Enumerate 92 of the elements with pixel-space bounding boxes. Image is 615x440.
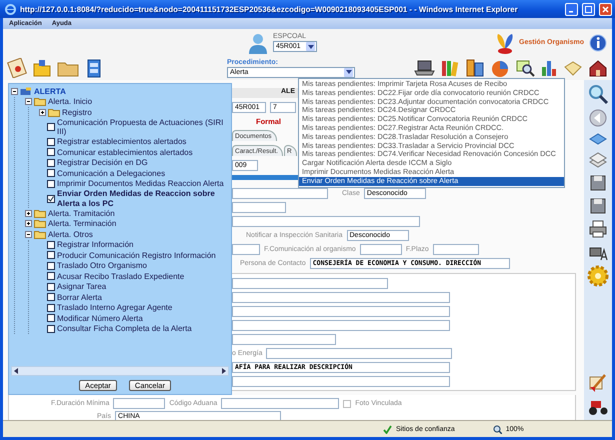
checkbox[interactable] [47,272,55,280]
search-icon[interactable] [587,83,609,105]
date-field[interactable] [432,244,479,255]
input-field[interactable] [232,306,450,317]
expand-icon[interactable] [25,220,32,228]
minimize-button[interactable] [565,2,578,16]
layers-icon[interactable] [588,150,608,170]
zoom-icon[interactable] [492,424,502,434]
tree-item[interactable]: Asignar Tarea [57,282,106,292]
scroll-right-icon[interactable] [221,368,226,374]
checkbox[interactable] [47,240,55,249]
checkbox[interactable] [343,400,352,408]
browser-logo-icon [5,4,16,14]
tree-item[interactable]: Registrar Decisión en DG [57,158,148,168]
tree-item[interactable]: ALERTA [34,86,66,96]
tree-item[interactable]: Consultar Ficha Completa de la Alerta [57,324,192,334]
binders-icon[interactable] [465,58,485,78]
tree-item[interactable]: Imprimir Documentos Medidas Reaccion Alerta [57,179,224,188]
tree-item[interactable]: Enviar Orden Medidas de Reaccion sobre Alerta a los PC [57,189,229,208]
laptop-icon[interactable] [413,59,435,77]
magnifier-table-icon[interactable] [515,58,535,78]
checkbox[interactable] [47,158,55,167]
tree-item[interactable]: Alerta. Terminación [48,219,116,228]
expand-icon[interactable] [39,108,46,116]
tree-item[interactable]: Registrar Información [57,240,134,250]
caret-icon [308,44,314,48]
maximize-button[interactable] [582,2,595,16]
date-field[interactable] [360,244,402,255]
input-field[interactable] [232,216,420,227]
diamond-icon[interactable] [588,131,608,147]
checkbox[interactable] [47,324,55,333]
checkbox[interactable] [47,123,55,131]
checkbox[interactable] [47,293,55,302]
input-field[interactable] [232,188,328,199]
input-field[interactable] [113,398,166,409]
tree-item[interactable]: Producir Comunicación Registro Información [57,250,216,260]
checkbox[interactable] [47,148,55,156]
checkbox[interactable] [47,194,55,202]
caret-icon [346,70,352,74]
tree-item[interactable]: Registro [62,108,92,117]
close-icon [602,6,609,12]
tree-item[interactable]: Registrar establecimientos alertados [57,137,186,146]
checkbox[interactable] [47,180,55,188]
tree-item[interactable]: Alerta. Tramitación [48,208,115,218]
input-field[interactable] [221,398,340,409]
tree-item[interactable]: Alerta. Inicio [48,97,92,106]
tree-item[interactable]: Comunicación Propuesta de Actuaciones (SIRI III) [57,118,229,136]
checkbox[interactable] [47,262,55,270]
bar-chart-icon[interactable] [540,58,558,78]
folder-icon [34,219,46,228]
tree-item[interactable]: Alerta. Otros [48,230,93,239]
folder-tree-icon [20,86,32,96]
tree-item[interactable]: Borrar Alerta [57,292,102,302]
collapse-icon[interactable] [11,88,18,95]
input-field[interactable] [232,292,450,303]
checkbox[interactable] [47,314,55,322]
scroll-left-icon[interactable] [14,368,19,374]
expand-icon[interactable] [25,210,32,217]
collapse-icon[interactable] [25,230,32,238]
printer-icon[interactable] [588,219,608,239]
collapse-icon[interactable] [25,98,32,106]
tree-item[interactable]: Traslado Interno Agregar Agente [57,303,172,312]
pie-chart-icon[interactable] [490,58,510,78]
close-button[interactable] [599,2,612,16]
input-field[interactable] [232,334,336,345]
info-icon[interactable] [588,32,608,52]
tree-item[interactable]: Traslado Otro Organismo [57,261,147,270]
checkbox[interactable] [47,138,55,146]
maximize-icon [585,6,592,12]
folder-icon [34,97,46,106]
input-field[interactable] [232,202,286,213]
checkbox[interactable] [47,251,55,260]
input-field[interactable] [232,320,450,331]
input-field[interactable] [232,376,450,387]
house-icon[interactable] [588,58,608,78]
checkmark-icon [383,424,392,434]
tree-item[interactable]: Comunicación a Delegaciones [57,168,166,178]
folder-icon [48,108,60,117]
folder-icon [34,230,46,239]
tree-item[interactable]: Comunicar establecimientos alertados [57,148,193,157]
tree-item[interactable]: Modificar Número Alerta [57,314,143,323]
folder-icon [34,208,46,218]
input-field[interactable] [232,278,388,289]
certificate-icon[interactable] [7,58,27,78]
checkbox[interactable] [47,282,55,291]
checkbox[interactable] [47,169,55,178]
input-field[interactable] [232,244,260,255]
books-icon[interactable] [440,58,460,78]
tree-item[interactable]: Acusar Recibo Traslado Expediente [57,272,184,281]
input-field[interactable] [266,348,452,359]
horizontal-scrollbar[interactable] [11,366,229,376]
checkbox[interactable] [47,304,55,312]
